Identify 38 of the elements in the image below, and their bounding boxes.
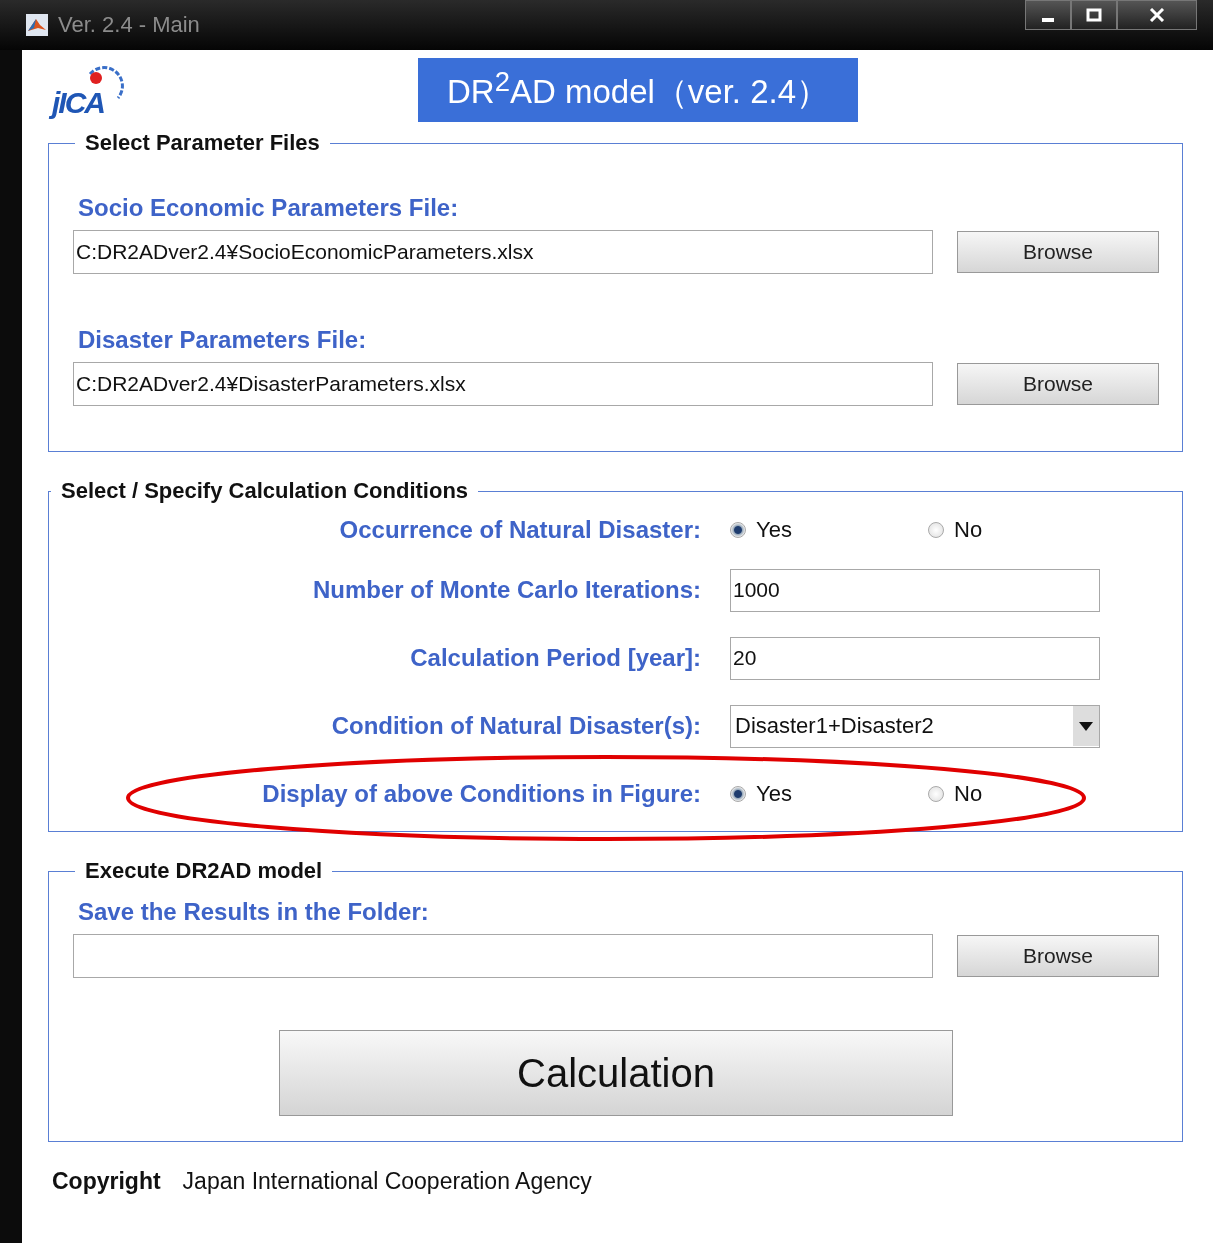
group-title: Select / Specify Calculation Conditions xyxy=(60,478,470,504)
field-label: Calculation Period [year]: xyxy=(409,644,701,672)
group-title: Select Parameter Files xyxy=(84,130,321,156)
radio-option[interactable]: Yes xyxy=(730,781,928,807)
browse-button[interactable]: Browse xyxy=(957,231,1159,273)
input-field[interactable]: 1000 xyxy=(730,568,1100,612)
browse-button[interactable]: Browse xyxy=(957,363,1159,405)
close-icon xyxy=(1148,8,1166,22)
file-path-field[interactable]: C:DR2ADver2.4¥DisasterParameters.xlsx xyxy=(73,362,933,406)
folder-path-field[interactable] xyxy=(73,934,933,978)
caret-icon xyxy=(1079,721,1093,731)
field-label: Condition of Natural Disaster(s): xyxy=(330,712,701,740)
field-label: Disaster Parameters File: xyxy=(78,326,368,354)
radio-option[interactable]: No xyxy=(928,517,1126,543)
dropdown[interactable]: Disaster1+Disaster2 xyxy=(730,704,1100,748)
field-label: Socio Economic Parameters File: xyxy=(78,194,460,222)
file-path-field[interactable]: C:DR2ADver2.4¥SocioEconomicParameters.xlsx xyxy=(73,230,933,274)
jica-logo: jICA xyxy=(48,64,128,126)
radio-option[interactable]: No xyxy=(928,781,1126,807)
input-field[interactable]: 20 xyxy=(730,636,1100,680)
copyright-label: Copyright xyxy=(52,1168,161,1195)
maximize-button[interactable] xyxy=(1071,0,1117,30)
model-title-banner: DR$^{2}$AD model（ver. 2.4） xyxy=(418,58,858,122)
browse-button[interactable]: Browse xyxy=(957,935,1159,977)
app-icon xyxy=(26,14,48,36)
field-label: Number of Monte Carlo Iterations: xyxy=(311,576,701,604)
calculation-button[interactable]: Calculation xyxy=(279,1030,953,1116)
window-title: Ver. 2.4 - Main xyxy=(58,12,200,38)
radio-option[interactable]: Yes xyxy=(730,517,928,543)
group-title: Execute DR2AD model xyxy=(84,858,324,884)
copyright-text: Japan International Cooperation Agency xyxy=(182,1168,592,1195)
maximize-icon xyxy=(1085,8,1103,22)
field-label: Save the Results in the Folder: xyxy=(78,898,430,926)
field-label: Occurrence of Natural Disaster: xyxy=(338,516,701,544)
minimize-button[interactable] xyxy=(1025,0,1071,30)
close-button[interactable] xyxy=(1117,0,1197,30)
field-label: Display of above Conditions in Figure: xyxy=(261,780,701,808)
minimize-icon xyxy=(1042,18,1054,22)
